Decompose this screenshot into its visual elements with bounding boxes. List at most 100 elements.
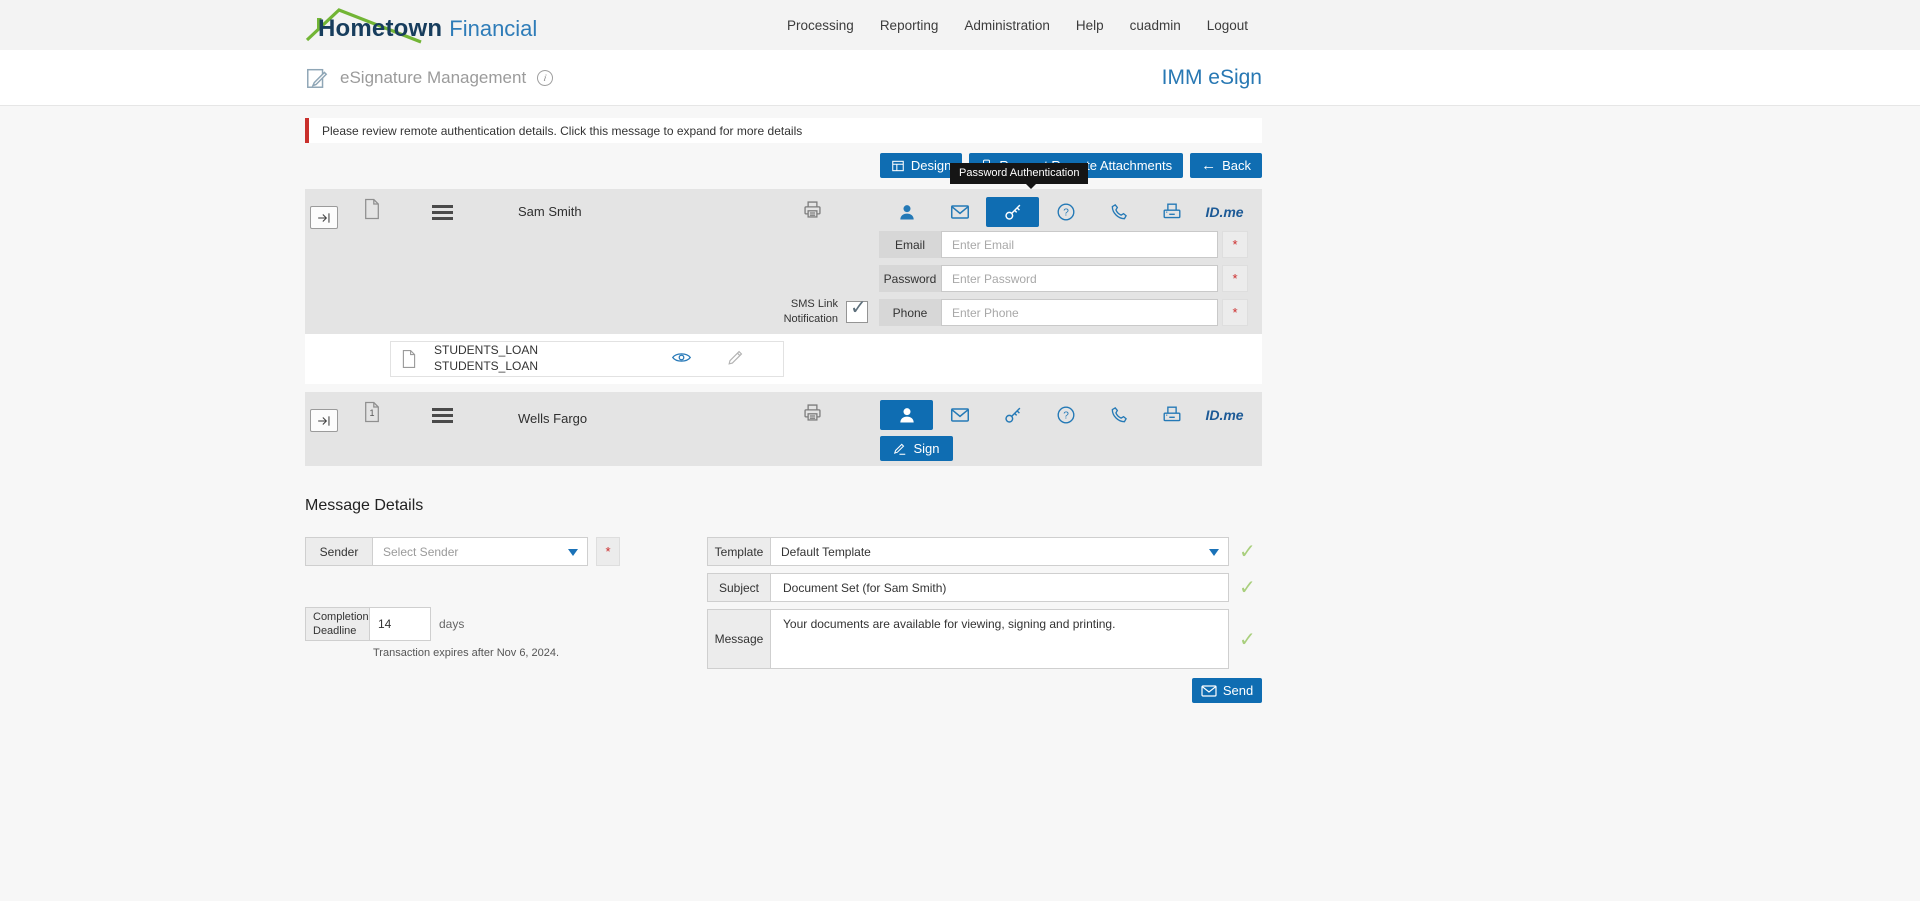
auth-phone-button[interactable] [1092, 400, 1145, 430]
signer-card-sam-smith: Sam Smith ? ID.me Email Enter Email * Pa… [305, 189, 1262, 334]
auth-fax-button[interactable] [1145, 400, 1198, 430]
document-count: 1 [369, 408, 375, 418]
send-button[interactable]: Send [1192, 678, 1262, 703]
question-circle-icon: ? [1057, 406, 1074, 424]
signer-name: Wells Fargo [518, 411, 588, 426]
sign-button[interactable]: Sign [880, 436, 953, 461]
fax-machine-icon [1163, 406, 1180, 422]
nav-administration[interactable]: Administration [964, 18, 1050, 33]
sender-row: Sender Select Sender * [305, 537, 620, 566]
message-input[interactable]: Your documents are available for viewing… [770, 609, 1229, 669]
subject-input[interactable] [770, 573, 1229, 602]
nav-logout[interactable]: Logout [1207, 18, 1248, 33]
dropdown-caret-icon [568, 548, 578, 556]
question-circle-icon: ? [1057, 203, 1074, 221]
signer-card-wells-fargo: 1 Wells Fargo ? ID.me Sign [305, 392, 1262, 466]
main-nav: Processing Reporting Administration Help… [787, 0, 1248, 50]
takeover-button[interactable] [310, 409, 338, 432]
message-label: Message [707, 609, 770, 669]
message-row: Message Your documents are available for… [707, 609, 1256, 669]
phone-field-row: Phone * [879, 299, 1248, 326]
auth-method-icons: ? ID.me [880, 197, 1251, 227]
print-button[interactable] [802, 402, 823, 426]
checkmark-icon: ✓ [850, 297, 867, 319]
auth-phone-button[interactable] [1092, 197, 1145, 227]
printer-icon [804, 404, 821, 421]
auth-kba-button[interactable]: ? [1039, 400, 1092, 430]
back-arrow-icon: ← [1201, 157, 1217, 174]
auth-kba-button[interactable]: ? [1039, 197, 1092, 227]
toolbar: Design Request Remote Attachments ← Back [305, 153, 1262, 178]
esignature-doc-icon [307, 68, 328, 88]
phone-label: Phone [879, 299, 941, 326]
dropdown-caret-icon [1209, 548, 1219, 556]
template-select[interactable]: Default Template [770, 537, 1229, 566]
nav-user-cuadmin[interactable]: cuadmin [1130, 18, 1181, 33]
password-field-row: Password * [879, 265, 1248, 292]
product-name: IMM eSign [1161, 65, 1262, 89]
document-list-row: STUDENTS_LOAN STUDENTS_LOAN [305, 334, 1262, 384]
password-label: Password [879, 265, 941, 292]
fax-machine-icon [1163, 203, 1180, 219]
valid-check-icon: ✓ [1239, 628, 1256, 651]
completion-deadline-input[interactable] [369, 607, 431, 641]
takeover-arrow-icon [318, 415, 330, 426]
eye-icon [671, 353, 692, 362]
auth-password-button[interactable] [986, 400, 1039, 430]
nav-help[interactable]: Help [1076, 18, 1104, 33]
takeover-button[interactable] [310, 206, 338, 229]
completion-deadline-row: Completion Deadline days [305, 607, 464, 641]
phone-input[interactable] [941, 299, 1218, 326]
print-button[interactable] [802, 199, 823, 223]
brand-name-bold: Hometown [318, 15, 443, 42]
drag-handle-icon[interactable] [432, 205, 453, 220]
attached-document-icon [363, 198, 381, 220]
info-icon[interactable]: i [536, 68, 555, 87]
valid-check-icon: ✓ [1239, 577, 1256, 599]
auth-fax-button[interactable] [1145, 197, 1198, 227]
attached-document-icon: 1 [363, 401, 381, 423]
view-document-button[interactable] [671, 350, 692, 368]
subject-row: Subject ✓ [707, 573, 1256, 602]
signer-name: Sam Smith [518, 204, 582, 219]
back-button[interactable]: ← Back [1190, 153, 1262, 178]
key-icon [1004, 204, 1020, 220]
valid-check-icon: ✓ [1239, 541, 1256, 563]
required-marker: * [1222, 299, 1248, 326]
auth-inperson-button[interactable] [880, 400, 933, 430]
subject-label: Subject [707, 573, 770, 602]
page-title: eSignature Management [340, 67, 527, 87]
auth-email-button[interactable] [933, 400, 986, 430]
sender-select[interactable]: Select Sender [372, 537, 588, 566]
auth-inperson-button[interactable] [880, 197, 933, 227]
drag-handle-icon[interactable] [432, 408, 453, 423]
sign-document-button[interactable] [726, 348, 745, 370]
auth-idme-button[interactable]: ID.me [1198, 197, 1251, 227]
nav-processing[interactable]: Processing [787, 18, 854, 33]
page: Hometown Financial Processing Reporting A… [0, 0, 1920, 901]
document-icon [402, 350, 416, 368]
email-field-row: Email * [879, 231, 1248, 258]
email-input[interactable] [941, 231, 1218, 258]
sms-notification-checkbox[interactable]: ✓ [846, 297, 868, 323]
nav-reporting[interactable]: Reporting [880, 18, 939, 33]
envelope-icon [950, 205, 969, 219]
person-icon [899, 205, 914, 220]
notice-banner[interactable]: Please review remote authentication deta… [305, 118, 1262, 143]
svg-text:?: ? [1063, 411, 1069, 422]
phone-call-icon [1111, 204, 1127, 220]
password-authentication-tooltip: Password Authentication [950, 163, 1089, 189]
brand-logo[interactable]: Hometown Financial [305, 0, 537, 50]
auth-idme-button[interactable]: ID.me [1198, 400, 1251, 430]
auth-password-button[interactable] [986, 197, 1039, 227]
brand-name-light: Financial [449, 16, 538, 41]
design-grid-icon [892, 160, 904, 171]
document-item: STUDENTS_LOAN STUDENTS_LOAN [390, 341, 784, 377]
required-marker: * [596, 537, 620, 566]
sender-label: Sender [305, 537, 372, 566]
auth-method-icons: ? ID.me [880, 400, 1251, 430]
required-marker: * [1222, 231, 1248, 258]
auth-email-button[interactable] [933, 197, 986, 227]
password-input[interactable] [941, 265, 1218, 292]
template-row: Template Default Template ✓ [707, 537, 1256, 566]
